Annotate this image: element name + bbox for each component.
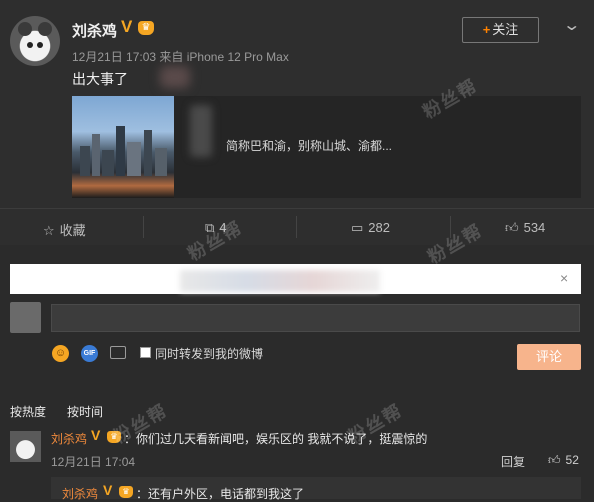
card-title-blurred	[190, 105, 212, 157]
avatar[interactable]	[10, 16, 60, 66]
crown-badge-icon: ♛	[119, 486, 133, 498]
chevron-down-icon[interactable]: ⌄	[562, 15, 581, 35]
follow-label: 关注	[492, 22, 519, 37]
blurred-emoji	[160, 66, 190, 88]
comment-input[interactable]	[51, 304, 580, 332]
like-button[interactable]: 👍︎ 534	[505, 220, 545, 236]
reply-text: ：还有户外区，电话都到我这了	[136, 487, 305, 501]
my-avatar	[10, 302, 41, 333]
vip-badge-icon: V	[121, 17, 133, 36]
crown-badge-icon: ♛	[138, 21, 154, 35]
comment-username[interactable]: 刘杀鸡	[51, 430, 87, 447]
follow-button[interactable]: + 关注	[462, 17, 539, 43]
reply-button[interactable]: 回复	[501, 453, 525, 470]
comment-count: 282	[368, 220, 390, 235]
comment-like-button[interactable]: 👍︎ 52	[548, 453, 579, 468]
close-icon[interactable]: ×	[560, 270, 568, 286]
comment-icon: ▭	[351, 220, 364, 235]
thumbs-up-icon: 👍︎	[548, 453, 561, 467]
comment-button[interactable]: ▭ 282	[351, 220, 390, 236]
thumbs-up-icon: 👍︎	[505, 220, 519, 235]
reply-username[interactable]: 刘杀鸡	[62, 485, 98, 502]
repost-checkbox-label: 同时转发到我的微博	[155, 347, 264, 361]
post-time[interactable]: 12月21日 17:03	[72, 50, 156, 64]
image-icon[interactable]	[110, 346, 126, 359]
submit-comment-button[interactable]: 评论	[517, 344, 581, 370]
vip-badge-icon: V	[91, 427, 101, 443]
vip-badge-icon: V	[103, 482, 113, 498]
star-icon: ☆	[43, 223, 55, 238]
favorite-label: 收藏	[59, 223, 86, 238]
repost-checkbox[interactable]	[140, 347, 151, 358]
comment-time: 12月21日 17:04	[51, 455, 136, 469]
card-description: 简称巴和渝，别称山城、渝都...	[226, 139, 393, 153]
divider	[296, 216, 297, 238]
sort-by-time-tab[interactable]: 按时间	[67, 403, 103, 420]
post-username[interactable]: 刘杀鸡	[72, 20, 117, 41]
divider	[143, 216, 144, 238]
comment-like-count: 52	[565, 453, 579, 467]
post-source-prefix: 来自	[159, 50, 184, 64]
card-image[interactable]	[72, 96, 174, 198]
comment-avatar[interactable]	[10, 431, 41, 462]
emoji-icon[interactable]: ☺	[52, 345, 69, 362]
post-text: 出大事了	[72, 71, 128, 87]
notice-text-blurred	[180, 270, 380, 292]
favorite-button[interactable]: ☆ 收藏	[43, 220, 86, 239]
gif-icon[interactable]: GIF	[81, 345, 98, 362]
plus-icon: +	[482, 22, 491, 37]
like-count: 534	[523, 220, 546, 235]
post-meta: 12月21日 17:03 来自 iPhone 12 Pro Max	[72, 48, 289, 65]
sort-by-hot-tab[interactable]: 按热度	[10, 403, 46, 420]
post-device: iPhone 12 Pro Max	[186, 50, 289, 64]
